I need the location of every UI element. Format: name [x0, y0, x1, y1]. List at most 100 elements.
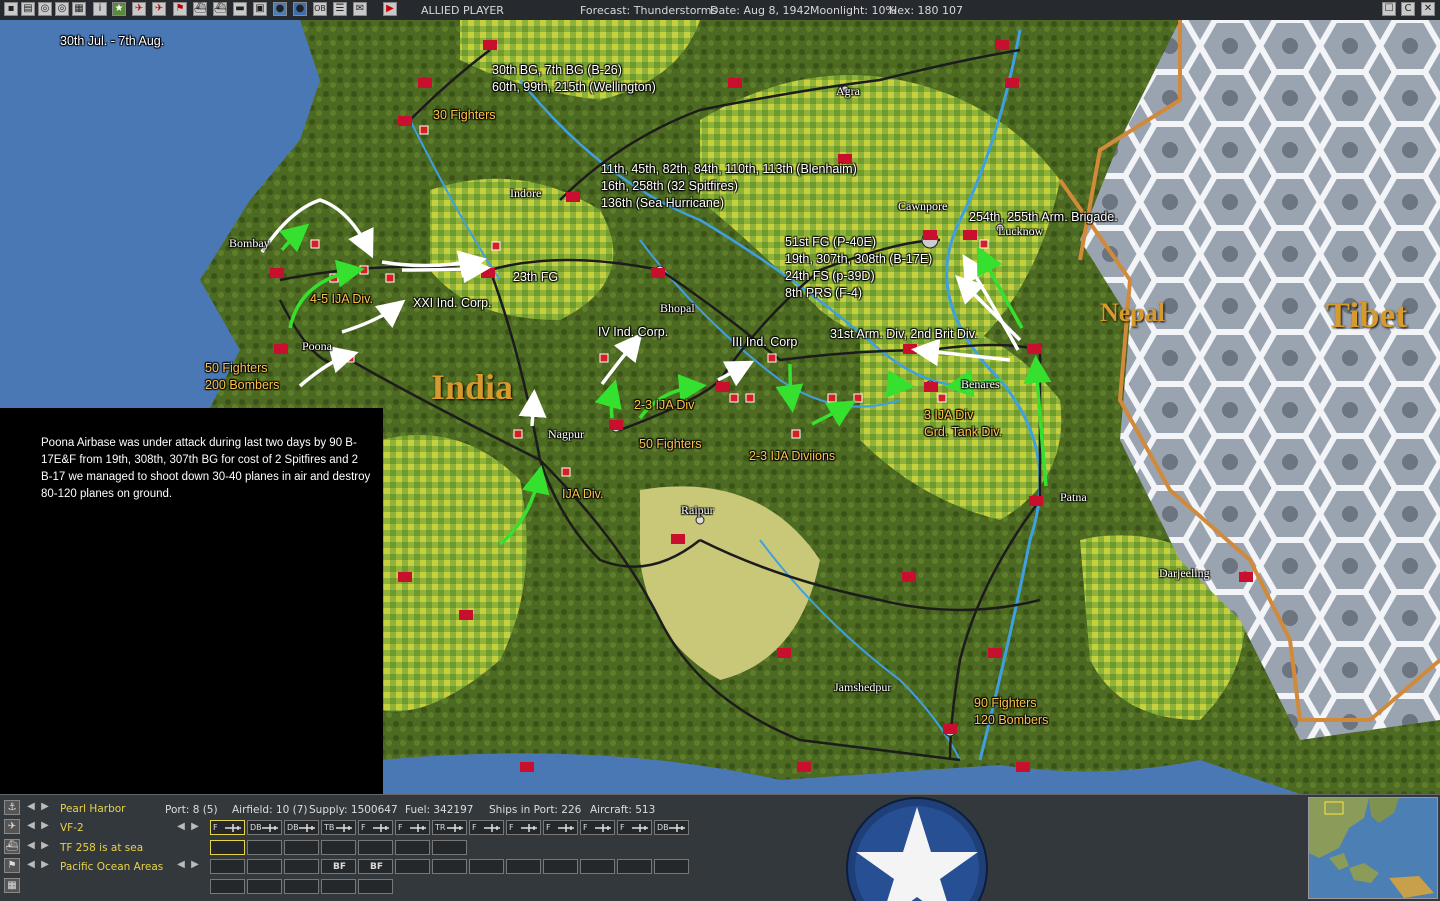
ship-slot-6[interactable] — [395, 840, 430, 855]
next-arrow-air[interactable]: ▶ — [190, 821, 200, 833]
city-nagpur[interactable]: Nagpur — [548, 427, 584, 442]
prev-arrow-air[interactable]: ◀ — [176, 821, 186, 833]
ground-slot-9[interactable] — [506, 859, 541, 874]
air-slot-1[interactable]: F — [210, 820, 245, 835]
ship-slot-7[interactable] — [432, 840, 467, 855]
extra-slot-2[interactable] — [247, 879, 282, 894]
ship-slot-3[interactable] — [284, 840, 319, 855]
air-slot-9[interactable]: F — [506, 820, 541, 835]
city-agra[interactable]: Agra — [836, 84, 860, 99]
air-slot-5[interactable]: F — [358, 820, 393, 835]
list-icon[interactable]: ☰ — [333, 2, 347, 16]
ground-slot-13[interactable] — [654, 859, 689, 874]
task-force-icon[interactable]: ⛴ — [4, 839, 20, 854]
air-slot-3[interactable]: DB — [284, 820, 319, 835]
ground-slot-1[interactable] — [210, 859, 245, 874]
moonlight-label: Moonlight: 10% — [810, 4, 896, 17]
ground-slot-3[interactable] — [284, 859, 319, 874]
toolbar-button-2[interactable]: ▤ — [21, 2, 35, 16]
flag-icon[interactable]: ⚑ — [173, 2, 187, 16]
c-button[interactable]: C — [1401, 2, 1415, 16]
city-lucknow[interactable]: Lucknow — [998, 224, 1043, 239]
hq-name[interactable]: Pacific Ocean Areas — [60, 861, 163, 873]
city-cawnpore[interactable]: Cawnpore — [898, 199, 947, 214]
toolbar-button-4[interactable]: ◎ — [55, 2, 69, 16]
ground-slot-11[interactable] — [580, 859, 615, 874]
ship-slot-5[interactable] — [358, 840, 393, 855]
label-200-bombers: 200 Bombers — [205, 378, 280, 392]
ground-slot-7[interactable] — [432, 859, 467, 874]
chart-icon[interactable]: ▬ — [233, 2, 247, 16]
base-name[interactable]: Pearl Harbor — [60, 803, 125, 815]
prev-arrow-tf[interactable]: ◀ — [26, 840, 36, 852]
extra-slot-5[interactable] — [358, 879, 393, 894]
city-raipur[interactable]: Raipur — [681, 503, 714, 518]
air-slot-10[interactable]: F — [543, 820, 578, 835]
next-arrow-base[interactable]: ▶ — [40, 801, 50, 813]
city-bhopal[interactable]: Bhopal — [660, 301, 695, 316]
ground-slot-12[interactable] — [617, 859, 652, 874]
squadron-name[interactable]: VF-2 — [60, 822, 84, 834]
flag-icon-hq[interactable]: ⚑ — [4, 858, 20, 873]
unit-icon[interactable]: ▦ — [4, 878, 20, 893]
city-jamshedpur[interactable]: Jamshedpur — [834, 680, 891, 695]
info-icon[interactable]: i — [93, 2, 107, 16]
next-arrow-tf[interactable]: ▶ — [40, 840, 50, 852]
ground-slot-bf-2[interactable]: BF — [358, 859, 393, 874]
next-arrow-ground[interactable]: ▶ — [190, 859, 200, 871]
next-arrow-hq[interactable]: ▶ — [40, 859, 50, 871]
globe-icon[interactable]: ● — [273, 2, 287, 16]
port-stat: Port: 8 (5) — [165, 804, 218, 816]
prev-arrow-hq[interactable]: ◀ — [26, 859, 36, 871]
toolbar-button-5[interactable]: ▦ — [72, 2, 86, 16]
ground-slot-6[interactable] — [395, 859, 430, 874]
air-slot-2[interactable]: DB — [247, 820, 282, 835]
plane-icon[interactable]: ✈ — [132, 2, 146, 16]
play-icon[interactable]: ▶ — [383, 2, 397, 16]
prev-arrow-ground[interactable]: ◀ — [176, 859, 186, 871]
toolbar-button-3[interactable]: ◎ — [38, 2, 52, 16]
globe-icon-2[interactable]: ● — [293, 2, 307, 16]
ship-icon-2[interactable]: ⛴ — [213, 2, 227, 16]
aircraft-icon[interactable]: ✈ — [4, 819, 20, 834]
city-bombay[interactable]: Bombay — [229, 236, 270, 251]
ship-slot-1[interactable] — [210, 840, 245, 855]
air-slot-7[interactable]: TR — [432, 820, 467, 835]
city-indore[interactable]: Indore — [510, 186, 541, 201]
close-button[interactable]: ✕ — [1421, 2, 1435, 16]
plane-icon-2[interactable]: ✈ — [152, 2, 166, 16]
air-slot-12[interactable]: F — [617, 820, 652, 835]
air-slot-8[interactable]: F — [469, 820, 504, 835]
air-slot-13[interactable]: DB — [654, 820, 689, 835]
ob-button[interactable]: OB — [313, 2, 327, 16]
ground-slot-10[interactable] — [543, 859, 578, 874]
ship-slot-4[interactable] — [321, 840, 356, 855]
ground-slot-8[interactable] — [469, 859, 504, 874]
extra-slot-4[interactable] — [321, 879, 356, 894]
extra-slot-3[interactable] — [284, 879, 319, 894]
air-slot-4[interactable]: TB — [321, 820, 356, 835]
mail-icon[interactable]: ✉ — [353, 2, 367, 16]
ship-slot-2[interactable] — [247, 840, 282, 855]
extra-slot-1[interactable] — [210, 879, 245, 894]
restore-button[interactable]: ☐ — [1382, 2, 1396, 16]
city-darjeeling[interactable]: Darjeeling — [1159, 566, 1210, 581]
air-slot-6[interactable]: F — [395, 820, 430, 835]
task-force-status[interactable]: TF 258 is at sea — [60, 842, 143, 854]
city-poona[interactable]: Poona — [302, 339, 332, 354]
toolbar-button-1[interactable]: ▪ — [4, 2, 18, 16]
ground-slot-2[interactable] — [247, 859, 282, 874]
ground-slot-bf-1[interactable]: BF — [321, 859, 356, 874]
air-slot-11[interactable]: F — [580, 820, 615, 835]
label-air-units-2a: 11th, 45th, 82th, 84th, 110th, 113th (Bl… — [601, 162, 857, 176]
prev-arrow-squadron[interactable]: ◀ — [26, 820, 36, 832]
prev-arrow-base[interactable]: ◀ — [26, 801, 36, 813]
city-patna[interactable]: Patna — [1060, 490, 1087, 505]
star-icon[interactable]: ★ — [112, 2, 126, 16]
anchor-icon[interactable]: ⚓ — [4, 800, 20, 815]
minimap[interactable] — [1308, 797, 1438, 899]
ship-icon[interactable]: ⛴ — [193, 2, 207, 16]
next-arrow-squadron[interactable]: ▶ — [40, 820, 50, 832]
factory-icon[interactable]: ▣ — [253, 2, 267, 16]
city-benares[interactable]: Benares — [961, 377, 1000, 392]
